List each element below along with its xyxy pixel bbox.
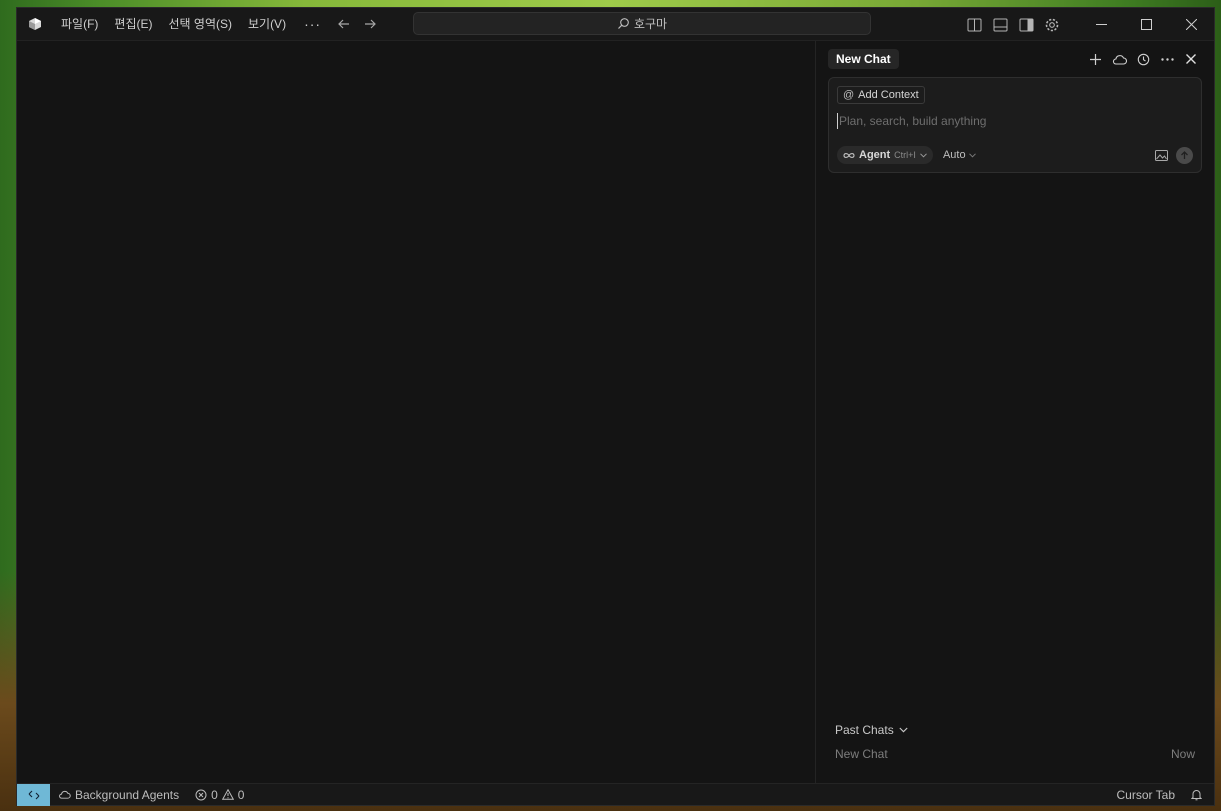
- close-window-icon[interactable]: [1169, 8, 1214, 41]
- model-label: Auto: [942, 149, 966, 161]
- toggle-primary-sidebar-icon[interactable]: [961, 12, 987, 38]
- cursor-tab-label: Cursor Tab: [1116, 787, 1175, 802]
- toggle-panel-icon[interactable]: [987, 12, 1013, 38]
- toggle-secondary-sidebar-icon[interactable]: [1013, 12, 1039, 38]
- warning-triangle-icon: [221, 789, 234, 800]
- status-right: Cursor Tab: [1109, 788, 1214, 802]
- infinity-icon: [843, 152, 855, 159]
- past-chats-toggle[interactable]: Past Chats: [835, 723, 908, 737]
- chevron-down-icon: [968, 152, 976, 158]
- chat-header: New Chat: [816, 41, 1214, 77]
- model-selector[interactable]: Auto: [943, 149, 976, 161]
- settings-gear-icon[interactable]: [1039, 12, 1065, 38]
- search-text: 호구마: [633, 17, 668, 31]
- agent-mode-selector[interactable]: Agent Ctrl+I: [837, 146, 933, 164]
- search-icon: [617, 17, 630, 30]
- composer-right-actions: [1155, 146, 1193, 164]
- forward-arrow-icon[interactable]: [357, 11, 383, 37]
- bell-icon[interactable]: [1183, 789, 1214, 801]
- past-chat-title: New Chat: [835, 747, 888, 761]
- command-center-search[interactable]: 호구마: [413, 12, 871, 35]
- past-chat-item[interactable]: New Chat Now: [835, 747, 1195, 761]
- arrow-up-icon: [1181, 150, 1188, 159]
- chat-panel: New Chat @ Add Context Plan, search, bui…: [816, 41, 1214, 783]
- add-context-button[interactable]: @ Add Context: [837, 86, 925, 104]
- chevron-down-icon: [899, 727, 908, 733]
- minimize-icon[interactable]: [1079, 8, 1124, 41]
- menu-selection[interactable]: 선택 영역(S): [160, 8, 240, 41]
- past-chat-time: Now: [1170, 747, 1195, 761]
- title-bar-controls: [961, 8, 1214, 41]
- image-attach-icon[interactable]: [1155, 149, 1168, 161]
- menu-view[interactable]: 보기(V): [240, 8, 294, 41]
- agent-shortcut: Ctrl+I: [894, 150, 916, 160]
- close-chat-icon[interactable]: [1180, 48, 1202, 70]
- remote-indicator-icon[interactable]: [17, 783, 50, 806]
- chat-composer: @ Add Context Agent Ctrl+I: [828, 77, 1202, 173]
- error-circle-icon: [195, 789, 207, 801]
- chat-actions: [1084, 48, 1202, 70]
- title-bar: 파일(F) 편집(E) 선택 영역(S) 보기(V) ··· 호구마: [17, 8, 1214, 41]
- new-chat-plus-icon[interactable]: [1084, 48, 1106, 70]
- at-sign-icon: @: [843, 89, 855, 101]
- status-bar: Background Agents 0 0 Cursor Tab: [17, 783, 1214, 806]
- menu-bar: 파일(F) 편집(E) 선택 영역(S) 보기(V) ···: [53, 8, 331, 41]
- cursor-tab-button[interactable]: Cursor Tab: [1109, 788, 1183, 802]
- maximize-icon[interactable]: [1124, 8, 1169, 41]
- add-context-label: Add Context: [858, 89, 919, 101]
- app-window: 파일(F) 편집(E) 선택 영역(S) 보기(V) ··· 호구마 New C…: [16, 7, 1215, 806]
- problems-indicator[interactable]: 0 0: [187, 788, 252, 802]
- menu-more-button[interactable]: ···: [294, 16, 331, 32]
- send-button[interactable]: [1176, 146, 1193, 164]
- error-count: 0: [211, 787, 218, 802]
- editor-area[interactable]: [17, 41, 816, 783]
- cloud-icon[interactable]: [1108, 48, 1130, 70]
- warning-count: 0: [237, 787, 245, 802]
- composer-toolbar: Agent Ctrl+I Auto: [837, 146, 1193, 164]
- cloud-icon: [58, 790, 71, 799]
- agent-label: Agent: [859, 149, 891, 161]
- app-logo-icon: [17, 8, 53, 41]
- workbench: New Chat @ Add Context Plan, search, bui…: [17, 41, 1214, 783]
- history-clock-icon[interactable]: [1132, 48, 1154, 70]
- tab-new-chat[interactable]: New Chat: [828, 49, 899, 69]
- chat-prompt-input[interactable]: [837, 113, 1137, 129]
- past-chats-label: Past Chats: [835, 723, 894, 737]
- menu-file[interactable]: 파일(F): [53, 8, 106, 41]
- chevron-down-icon: [920, 152, 927, 158]
- background-agents-label: Background Agents: [75, 787, 180, 802]
- menu-edit[interactable]: 편집(E): [106, 8, 160, 41]
- back-arrow-icon[interactable]: [331, 11, 357, 37]
- background-agents-button[interactable]: Background Agents: [50, 788, 187, 802]
- more-options-icon[interactable]: [1156, 48, 1178, 70]
